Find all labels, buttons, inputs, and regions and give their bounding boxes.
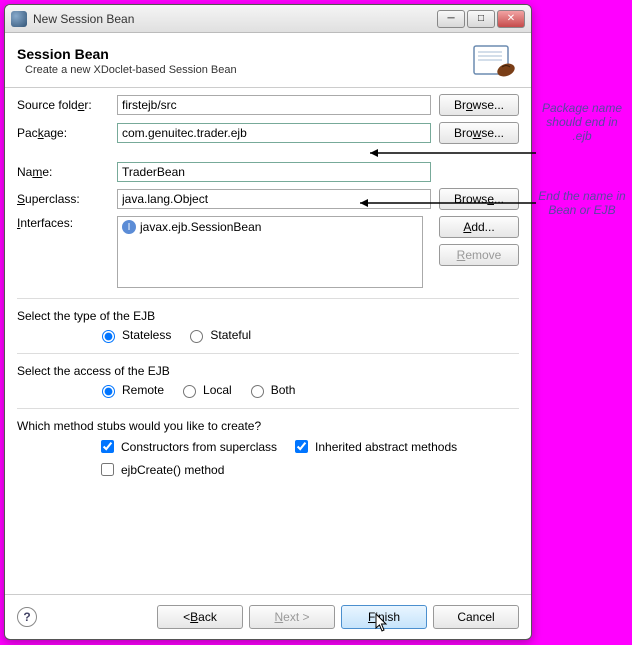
ejb-access-title: Select the access of the EJB: [17, 364, 519, 378]
radio-both-input[interactable]: [251, 385, 264, 398]
header-title: Session Bean: [17, 46, 471, 62]
add-interface-button[interactable]: Add...: [439, 216, 519, 238]
remove-interface-button[interactable]: Remove: [439, 244, 519, 266]
radio-stateful[interactable]: Stateful: [185, 327, 251, 343]
minimize-button[interactable]: ─: [437, 10, 465, 28]
form-area: Source folder: Browse... Package: Browse…: [5, 88, 531, 479]
radio-local-input[interactable]: [183, 385, 196, 398]
radio-local[interactable]: Local: [178, 382, 232, 398]
radio-both[interactable]: Both: [246, 382, 296, 398]
window-controls: ─ □ ✕: [437, 10, 525, 28]
method-stubs-checks: Constructors from superclass Inherited a…: [97, 437, 519, 456]
source-folder-label: Source folder:: [17, 98, 117, 112]
package-input[interactable]: [117, 123, 431, 143]
interface-item-label: javax.ejb.SessionBean: [140, 220, 261, 234]
check-ejbcreate[interactable]: ejbCreate() method: [97, 460, 224, 479]
check-constructors-input[interactable]: [101, 440, 114, 453]
interface-item[interactable]: I javax.ejb.SessionBean: [120, 219, 420, 235]
app-icon: [11, 11, 27, 27]
method-stubs-title: Which method stubs would you like to cre…: [17, 419, 519, 433]
ejb-type-radios: Stateless Stateful: [97, 327, 519, 343]
ejb-access-radios: Remote Local Both: [97, 382, 519, 398]
radio-remote-input[interactable]: [102, 385, 115, 398]
name-label: Name:: [17, 165, 117, 179]
annotation-package: Package name should end in .ejb: [536, 102, 628, 143]
cursor-icon: [375, 613, 389, 633]
interface-icon: I: [122, 220, 136, 234]
radio-stateful-input[interactable]: [190, 330, 203, 343]
close-button[interactable]: ✕: [497, 10, 525, 28]
bean-icon: [471, 41, 519, 81]
interfaces-label: Interfaces:: [17, 216, 117, 230]
dialog-window: New Session Bean ─ □ ✕ Session Bean Crea…: [4, 4, 532, 640]
name-input[interactable]: [117, 162, 431, 182]
superclass-label: Superclass:: [17, 192, 117, 206]
source-folder-input[interactable]: [117, 95, 431, 115]
check-constructors[interactable]: Constructors from superclass: [97, 437, 277, 456]
browse-superclass-button[interactable]: Browse...: [439, 188, 519, 210]
check-abstract-input[interactable]: [295, 440, 308, 453]
check-ejbcreate-input[interactable]: [101, 463, 114, 476]
radio-stateless-input[interactable]: [102, 330, 115, 343]
interfaces-list[interactable]: I javax.ejb.SessionBean: [117, 216, 423, 288]
button-bar: ? < Back Next > Finish Cancel: [5, 594, 531, 639]
next-button: Next >: [249, 605, 335, 629]
package-label: Package:: [17, 126, 117, 140]
maximize-button[interactable]: □: [467, 10, 495, 28]
superclass-input[interactable]: [117, 189, 431, 209]
titlebar: New Session Bean ─ □ ✕: [5, 5, 531, 33]
dialog-header: Session Bean Create a new XDoclet-based …: [5, 33, 531, 88]
radio-remote[interactable]: Remote: [97, 382, 164, 398]
browse-source-button[interactable]: Browse...: [439, 94, 519, 116]
ejb-type-title: Select the type of the EJB: [17, 309, 519, 323]
check-abstract[interactable]: Inherited abstract methods: [291, 437, 457, 456]
header-subtitle: Create a new XDoclet-based Session Bean: [25, 64, 471, 76]
help-button[interactable]: ?: [17, 607, 37, 627]
back-button[interactable]: < Back: [157, 605, 243, 629]
browse-package-button[interactable]: Browse...: [439, 122, 519, 144]
annotation-name: End the name in Bean or EJB: [536, 190, 628, 218]
radio-stateless[interactable]: Stateless: [97, 327, 171, 343]
window-title: New Session Bean: [33, 12, 437, 26]
cancel-button[interactable]: Cancel: [433, 605, 519, 629]
